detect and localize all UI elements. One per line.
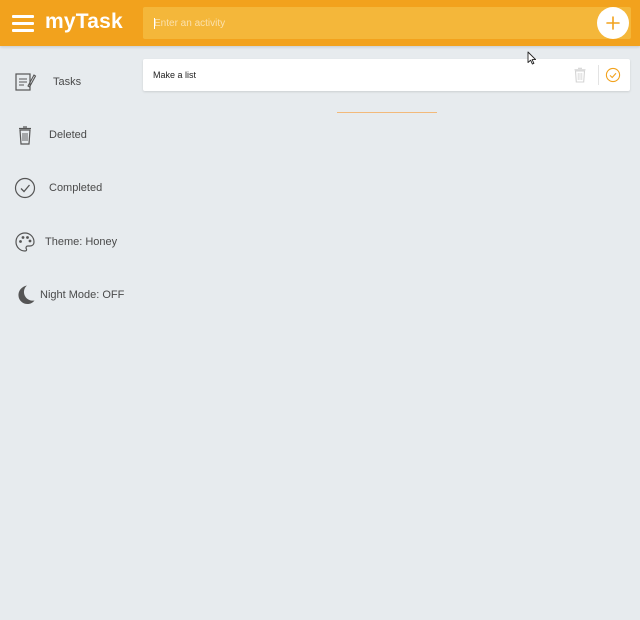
trash-icon[interactable] [573,67,587,83]
task-text: Make a list [153,70,197,80]
sidebar-item-theme[interactable]: Theme: Honey [0,222,140,262]
plus-icon [606,16,620,30]
sidebar-item-night-mode[interactable]: Night Mode: OFF [0,275,140,315]
palette-icon [15,232,35,252]
top-app-bar: myTask [0,0,640,46]
sidebar-item-label: Theme: Honey [45,236,118,248]
add-activity-button[interactable] [597,7,629,39]
moon-icon [18,285,35,305]
check-circle-icon [14,177,36,199]
sidebar-item-label: Completed [49,182,103,194]
text-caret [154,18,155,29]
sidebar-item-tasks[interactable]: Tasks [0,62,140,102]
hamburger-menu-icon[interactable] [12,14,34,32]
action-divider [598,65,599,85]
trash-icon [19,126,31,145]
activity-input[interactable] [143,7,583,39]
task-item: Make a list [143,59,630,91]
check-circle-icon[interactable] [605,67,621,83]
tasks-icon [15,73,37,91]
sidebar-item-label: Deleted [49,129,87,141]
mouse-cursor-icon [527,51,537,65]
app-logo: myTask [45,10,123,33]
activity-input-container [143,7,631,39]
sidebar-item-deleted[interactable]: Deleted [0,115,140,155]
sidebar-item-label: Night Mode: OFF [40,289,125,301]
sidebar-item-label: Tasks [53,76,82,88]
loading-indicator [337,112,437,113]
sidebar-item-completed[interactable]: Completed [0,168,140,208]
